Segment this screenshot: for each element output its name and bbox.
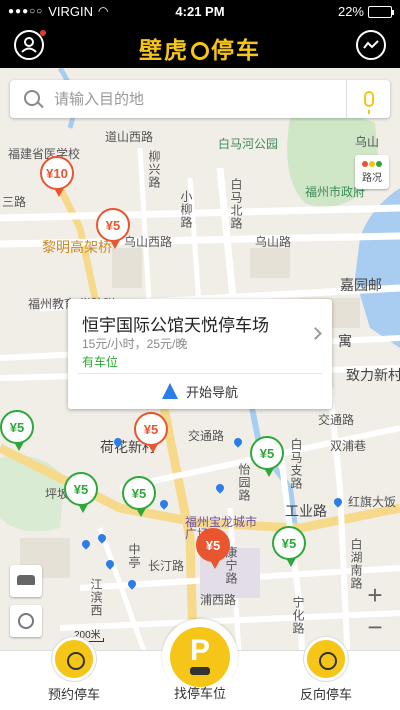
map-label: 乌山 (355, 135, 380, 149)
parking-pin[interactable]: ¥5 (250, 436, 284, 477)
map-label: 工业路 (285, 503, 327, 519)
parking-pin[interactable]: ¥5 (0, 410, 34, 451)
parking-pin[interactable]: ¥5 (134, 412, 168, 453)
map-label: 浦西路 (200, 593, 237, 607)
start-navigation-label: 开始导航 (185, 384, 238, 400)
car-location-button[interactable] (10, 565, 42, 597)
map-label: 致力新村 (346, 367, 400, 383)
parking-p-icon: P (170, 627, 230, 687)
map-label: 双浦巷 (330, 439, 367, 453)
traffic-light-icon (355, 161, 389, 167)
battery-icon (368, 5, 394, 18)
map-label: 宁化路 (291, 596, 305, 635)
destination-search-bar (10, 80, 390, 118)
map-label: 长汀路 (148, 559, 185, 573)
navigation-arrow-icon (161, 383, 178, 399)
app-header: 壁虎 停车 (0, 22, 400, 68)
parking-pin[interactable]: ¥5 (96, 208, 130, 249)
map-label: 中亭 (127, 543, 141, 569)
tab-label: 找停车位 (173, 686, 226, 701)
tab-reverse-parking[interactable]: 反向停车 (266, 637, 386, 710)
logo-icon (191, 42, 209, 60)
traffic-label: 路况 (362, 173, 382, 184)
map-label: 怡园路 (237, 463, 251, 502)
parking-pin[interactable]: ¥5 (196, 528, 230, 569)
app-logo: 壁虎 停车 (0, 31, 400, 65)
my-location-button[interactable] (10, 605, 42, 637)
chevron-right-icon[interactable] (309, 327, 322, 340)
map-label: 柳兴路 (147, 150, 161, 189)
crosshair-icon (18, 613, 34, 629)
map-label: 三路 (2, 195, 27, 209)
status-bar: ●●●○○ VIRGIN ◠ 4:21 PM 22% (0, 0, 400, 22)
reverse-route-icon (304, 637, 348, 681)
battery-percent: 22% (337, 4, 364, 19)
map-label: 白马河公园 (218, 137, 279, 151)
destination-search-input[interactable] (54, 88, 344, 110)
map-label: 红旗大饭 (348, 495, 397, 509)
map-label: 寓 (338, 333, 352, 349)
zoom-in-button[interactable]: + (360, 580, 390, 612)
map-label: 交通路 (188, 429, 225, 443)
logo-text-right: 停车 (211, 37, 261, 63)
map-label: 嘉园邮 (340, 277, 382, 293)
voice-search-button[interactable] (346, 80, 390, 118)
parking-info-card[interactable]: 恒宇国际公馆天悦停车场 15元/小时，25元/晚 有车位 开始导航 (68, 299, 332, 409)
map-label: 小柳路 (179, 190, 193, 229)
map-label: 江滨西 (89, 578, 103, 617)
map-label: 福建省医学校 (8, 147, 81, 161)
map-label: 道山西路 (105, 130, 154, 144)
logo-text-left: 壁虎 (139, 37, 189, 63)
parking-lot-name: 恒宇国际公馆天悦停车场 (82, 316, 269, 335)
availability-status: 有车位 (82, 355, 119, 369)
message-button[interactable] (356, 30, 386, 60)
bottom-tab-bar: 预约停车 P 找停车位 反向停车 (0, 619, 400, 710)
traffic-toggle-button[interactable]: 路况 (355, 155, 389, 189)
tab-label: 反向停车 (299, 687, 352, 702)
parking-pin[interactable]: ¥5 (64, 472, 98, 513)
car-icon (190, 667, 210, 675)
map-label: 白马支路 (289, 438, 303, 490)
reserve-clock-icon (52, 637, 96, 681)
parking-price: 15元/小时，25元/晚 (82, 337, 188, 351)
search-icon (24, 90, 40, 106)
start-navigation-button[interactable]: 开始导航 (68, 379, 332, 403)
card-divider (78, 373, 322, 374)
car-icon (17, 575, 35, 585)
parking-pin[interactable]: ¥10 (40, 156, 74, 197)
tab-label: 预约停车 (47, 687, 100, 702)
microphone-icon (363, 91, 374, 114)
parking-list-icon (363, 40, 379, 49)
map-label: 黎明高架桥 (42, 239, 112, 255)
map-label: 乌山西路 (124, 235, 173, 249)
parking-pin[interactable]: ¥5 (272, 526, 306, 567)
tab-reserve-parking[interactable]: 预约停车 (14, 637, 134, 710)
parking-pin[interactable]: ¥5 (122, 476, 156, 517)
map-label: 白马北路 (229, 178, 243, 230)
battery-indicator: 22% (337, 4, 394, 19)
map-label: 交通路 (318, 413, 355, 427)
zoom-out-button[interactable]: − (360, 612, 390, 644)
map-label: 乌山路 (255, 235, 292, 249)
